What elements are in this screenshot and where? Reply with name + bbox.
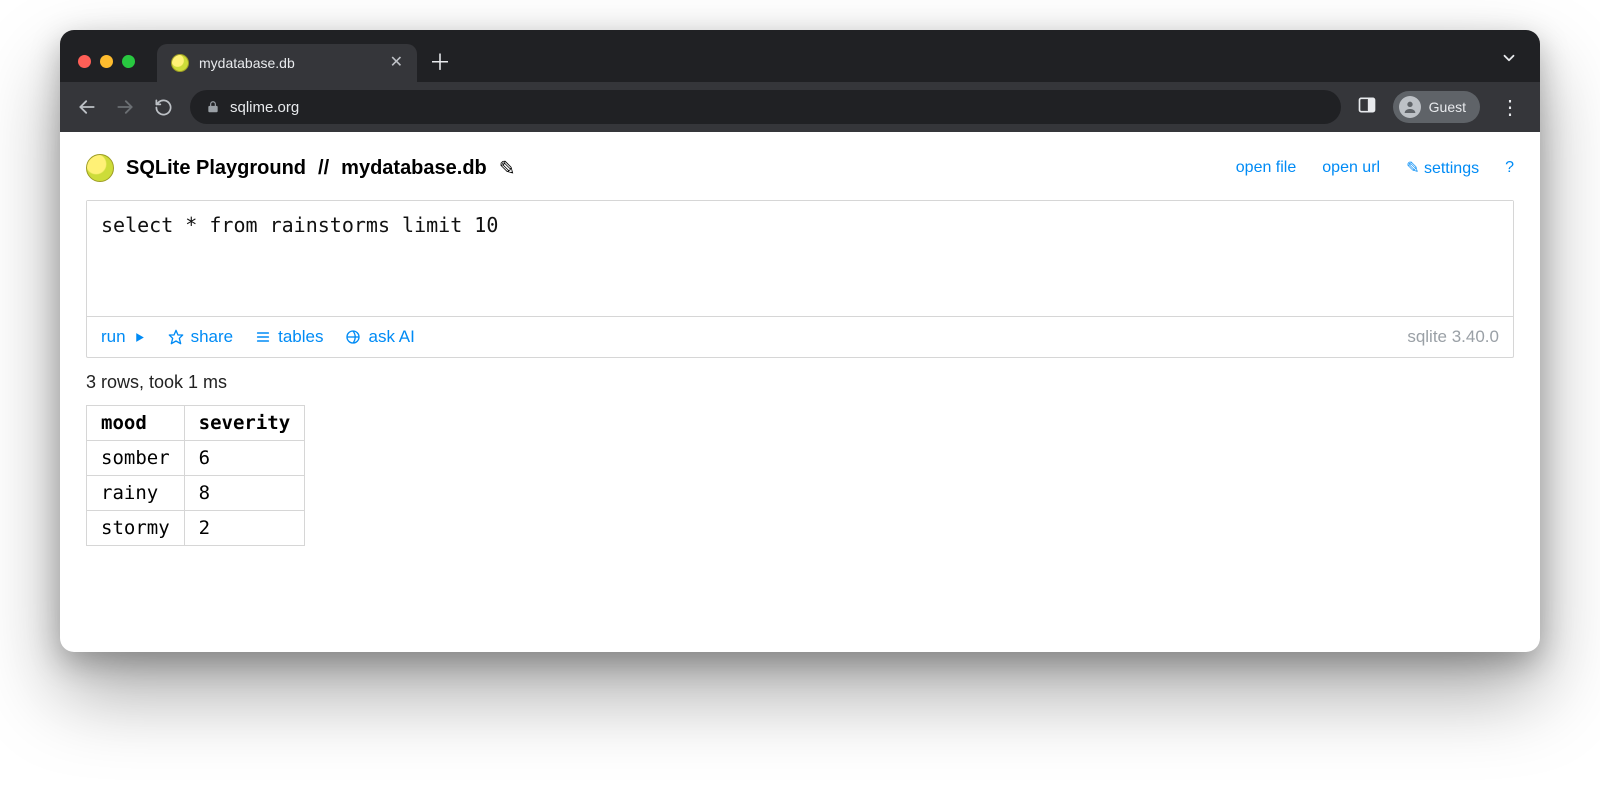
table-cell: rainy (87, 476, 185, 511)
address-bar[interactable]: sqlime.org (190, 90, 1341, 124)
back-button[interactable] (76, 97, 98, 117)
avatar-icon (1399, 96, 1421, 118)
window-controls (78, 55, 135, 68)
minimize-window-button[interactable] (100, 55, 113, 68)
share-label: share (191, 327, 234, 347)
app-title: SQLite Playground (126, 157, 306, 180)
tab-close-button[interactable]: ✕ (390, 55, 403, 71)
table-cell: 6 (184, 441, 305, 476)
tables-button[interactable]: tables (255, 327, 323, 347)
toolbar: sqlime.org Guest ⋮ (60, 82, 1540, 132)
forward-button[interactable] (114, 97, 136, 117)
editor-toolbar: run share (87, 316, 1513, 357)
play-icon (133, 331, 146, 344)
tab-favicon-icon (171, 54, 189, 72)
query-status: 3 rows, took 1 ms (86, 372, 1514, 393)
browser-tab[interactable]: mydatabase.db ✕ (157, 44, 417, 82)
new-tab-button[interactable]: ＋ (425, 48, 455, 78)
table-cell: 8 (184, 476, 305, 511)
ask-ai-button[interactable]: ask AI (345, 327, 414, 347)
result-header-row: moodseverity (87, 406, 305, 441)
column-header: mood (87, 406, 185, 441)
lock-icon (206, 100, 220, 114)
column-header: severity (184, 406, 305, 441)
settings-icon: ✎ (1406, 160, 1419, 177)
app-header: SQLite Playground // mydatabase.db ✎ ope… (86, 154, 1514, 182)
browser-window: mydatabase.db ✕ ＋ sq (60, 30, 1540, 652)
side-panel-icon[interactable] (1357, 95, 1377, 120)
run-button[interactable]: run (101, 327, 146, 347)
url-text: sqlime.org (230, 99, 299, 116)
open-file-link[interactable]: open file (1236, 159, 1297, 177)
table-row: rainy8 (87, 476, 305, 511)
globe-icon (345, 329, 361, 345)
table-cell: somber (87, 441, 185, 476)
star-icon (168, 329, 184, 345)
chevron-down-icon[interactable] (1500, 49, 1518, 72)
result-table: moodseverity somber6rainy8stormy2 (86, 405, 305, 546)
db-name: mydatabase.db (341, 157, 487, 180)
zoom-window-button[interactable] (122, 55, 135, 68)
rename-db-button[interactable]: ✎ (499, 156, 516, 181)
table-cell: stormy (87, 511, 185, 546)
title-separator: // (318, 157, 329, 180)
app-logo-icon (86, 154, 114, 182)
profile-button[interactable]: Guest (1393, 91, 1480, 123)
run-label: run (101, 327, 126, 347)
share-button[interactable]: share (168, 327, 234, 347)
open-url-link[interactable]: open url (1322, 159, 1380, 177)
profile-label: Guest (1429, 99, 1466, 115)
sql-editor: run share (86, 200, 1514, 358)
table-row: stormy2 (87, 511, 305, 546)
sqlite-version: sqlite 3.40.0 (1407, 327, 1499, 347)
settings-link[interactable]: ✎ settings (1406, 158, 1479, 178)
close-window-button[interactable] (78, 55, 91, 68)
table-cell: 2 (184, 511, 305, 546)
reload-button[interactable] (152, 98, 174, 117)
page-content: SQLite Playground // mydatabase.db ✎ ope… (60, 132, 1540, 652)
table-row: somber6 (87, 441, 305, 476)
help-link[interactable]: ? (1505, 159, 1514, 177)
list-icon (255, 329, 271, 345)
menu-button[interactable]: ⋮ (1496, 95, 1524, 120)
ask-ai-label: ask AI (368, 327, 414, 347)
tab-title: mydatabase.db (199, 55, 295, 71)
sql-input[interactable] (87, 201, 1513, 311)
tables-label: tables (278, 327, 323, 347)
tab-strip: mydatabase.db ✕ ＋ (60, 30, 1540, 82)
settings-label: settings (1424, 160, 1479, 177)
